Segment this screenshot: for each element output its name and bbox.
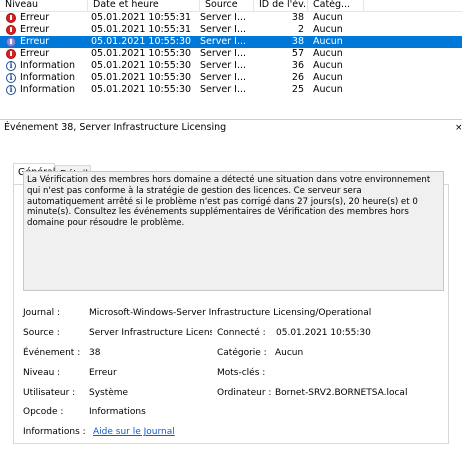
event-source: Server I... xyxy=(200,48,247,59)
error-icon xyxy=(6,25,16,35)
event-task-category: Aucun xyxy=(313,36,343,47)
event-row[interactable]: Information 05.01.2021 10:55:30 Server I… xyxy=(0,72,462,84)
level-label: Niveau : xyxy=(23,368,61,378)
error-icon xyxy=(6,13,16,23)
event-source: Server I... xyxy=(200,36,247,47)
event-task-category: Aucun xyxy=(313,12,343,23)
event-id: 2 xyxy=(297,24,304,35)
event-detail-title: Événement 38, Server Infrastructure Lice… xyxy=(4,122,227,133)
event-level: Information xyxy=(20,60,75,71)
column-header-level[interactable]: Niveau xyxy=(0,0,88,12)
source-label: Source : xyxy=(23,328,60,338)
event-level: Information xyxy=(20,72,75,83)
category-value: Aucun xyxy=(275,348,304,358)
event-date: 05.01.2021 10:55:31 xyxy=(91,12,192,23)
error-icon xyxy=(6,49,16,59)
source-value: Server Infrastructure Licensir xyxy=(89,328,212,338)
event-row[interactable]: Erreur 05.01.2021 10:55:31 Server I... 3… xyxy=(0,12,462,24)
event-level: Erreur xyxy=(20,12,50,23)
category-label: Catégorie : xyxy=(217,348,267,358)
event-row[interactable]: Erreur 05.01.2021 10:55:30 Server I... 5… xyxy=(0,48,462,60)
column-header-task-category[interactable]: Catég... xyxy=(308,0,364,12)
column-header-date[interactable]: Date et heure xyxy=(88,0,200,12)
info-icon xyxy=(6,60,16,71)
event-log-help-link[interactable]: Aide sur le Journal xyxy=(93,426,213,439)
event-id: 57 xyxy=(291,48,304,59)
error-icon xyxy=(6,37,16,47)
event-source: Server I... xyxy=(200,72,247,83)
event-id-value: 38 xyxy=(89,348,101,358)
event-row[interactable]: Erreur 05.01.2021 10:55:31 Server I... 2… xyxy=(0,24,462,36)
user-value: Système xyxy=(89,388,129,398)
event-date: 05.01.2021 10:55:30 xyxy=(91,72,192,83)
event-row-selected[interactable]: Erreur 05.01.2021 10:55:30 Server I... 3… xyxy=(0,36,462,48)
keywords-label: Mots-clés : xyxy=(217,368,266,378)
close-icon[interactable]: × xyxy=(455,121,461,135)
opcode-value: Informations xyxy=(89,407,146,417)
more-info-label: Informations : xyxy=(23,427,86,437)
opcode-label: Opcode : xyxy=(23,407,64,417)
event-task-category: Aucun xyxy=(313,48,343,59)
info-icon xyxy=(6,72,16,83)
event-id: 38 xyxy=(291,36,304,47)
event-date: 05.01.2021 10:55:30 xyxy=(91,84,192,95)
user-label: Utilisateur : xyxy=(23,388,76,398)
event-date: 05.01.2021 10:55:30 xyxy=(91,60,192,71)
event-source: Server I... xyxy=(200,12,247,23)
logged-label: Connecté : xyxy=(217,328,266,338)
event-source: Server I... xyxy=(200,60,247,71)
level-value: Erreur xyxy=(89,368,117,378)
event-task-category: Aucun xyxy=(313,72,343,83)
computer-label: Ordinateur : xyxy=(217,388,272,398)
event-source: Server I... xyxy=(200,84,247,95)
event-date: 05.01.2021 10:55:30 xyxy=(91,48,192,59)
journal-label: Journal : xyxy=(23,308,61,318)
event-task-category: Aucun xyxy=(313,24,343,35)
event-level: Erreur xyxy=(20,48,50,59)
journal-value: Microsoft-Windows-Server Infrastructure … xyxy=(89,308,372,318)
event-level: Erreur xyxy=(20,24,50,35)
event-task-category: Aucun xyxy=(313,84,343,95)
event-row[interactable]: Information 05.01.2021 10:55:30 Server I… xyxy=(0,60,462,72)
event-row[interactable]: Information 05.01.2021 10:55:30 Server I… xyxy=(0,84,462,96)
event-level: Information xyxy=(20,84,75,95)
event-id: 38 xyxy=(291,12,304,23)
computer-value: Bornet-SRV2.BORNETSA.local xyxy=(275,388,408,398)
event-list[interactable]: Niveau Date et heure Source ID de l'év..… xyxy=(0,0,462,119)
event-id-label: Événement : xyxy=(23,348,81,358)
event-list-header: Niveau Date et heure Source ID de l'év..… xyxy=(0,0,462,12)
logged-value: 05.01.2021 10:55:30 xyxy=(276,328,371,338)
column-header-source[interactable]: Source xyxy=(200,0,254,12)
column-header-event-id[interactable]: ID de l'év... xyxy=(254,0,308,12)
event-id: 36 xyxy=(291,60,304,71)
event-id: 26 xyxy=(291,72,304,83)
event-id: 25 xyxy=(291,84,304,95)
info-icon xyxy=(6,84,16,95)
event-description[interactable]: La Vérification des membres hors domaine… xyxy=(23,171,444,291)
event-task-category: Aucun xyxy=(313,60,343,71)
event-date: 05.01.2021 10:55:31 xyxy=(91,24,192,35)
event-date: 05.01.2021 10:55:30 xyxy=(91,36,192,47)
keywords-value xyxy=(275,367,355,380)
event-source: Server I... xyxy=(200,24,247,35)
event-level: Erreur xyxy=(20,36,50,47)
